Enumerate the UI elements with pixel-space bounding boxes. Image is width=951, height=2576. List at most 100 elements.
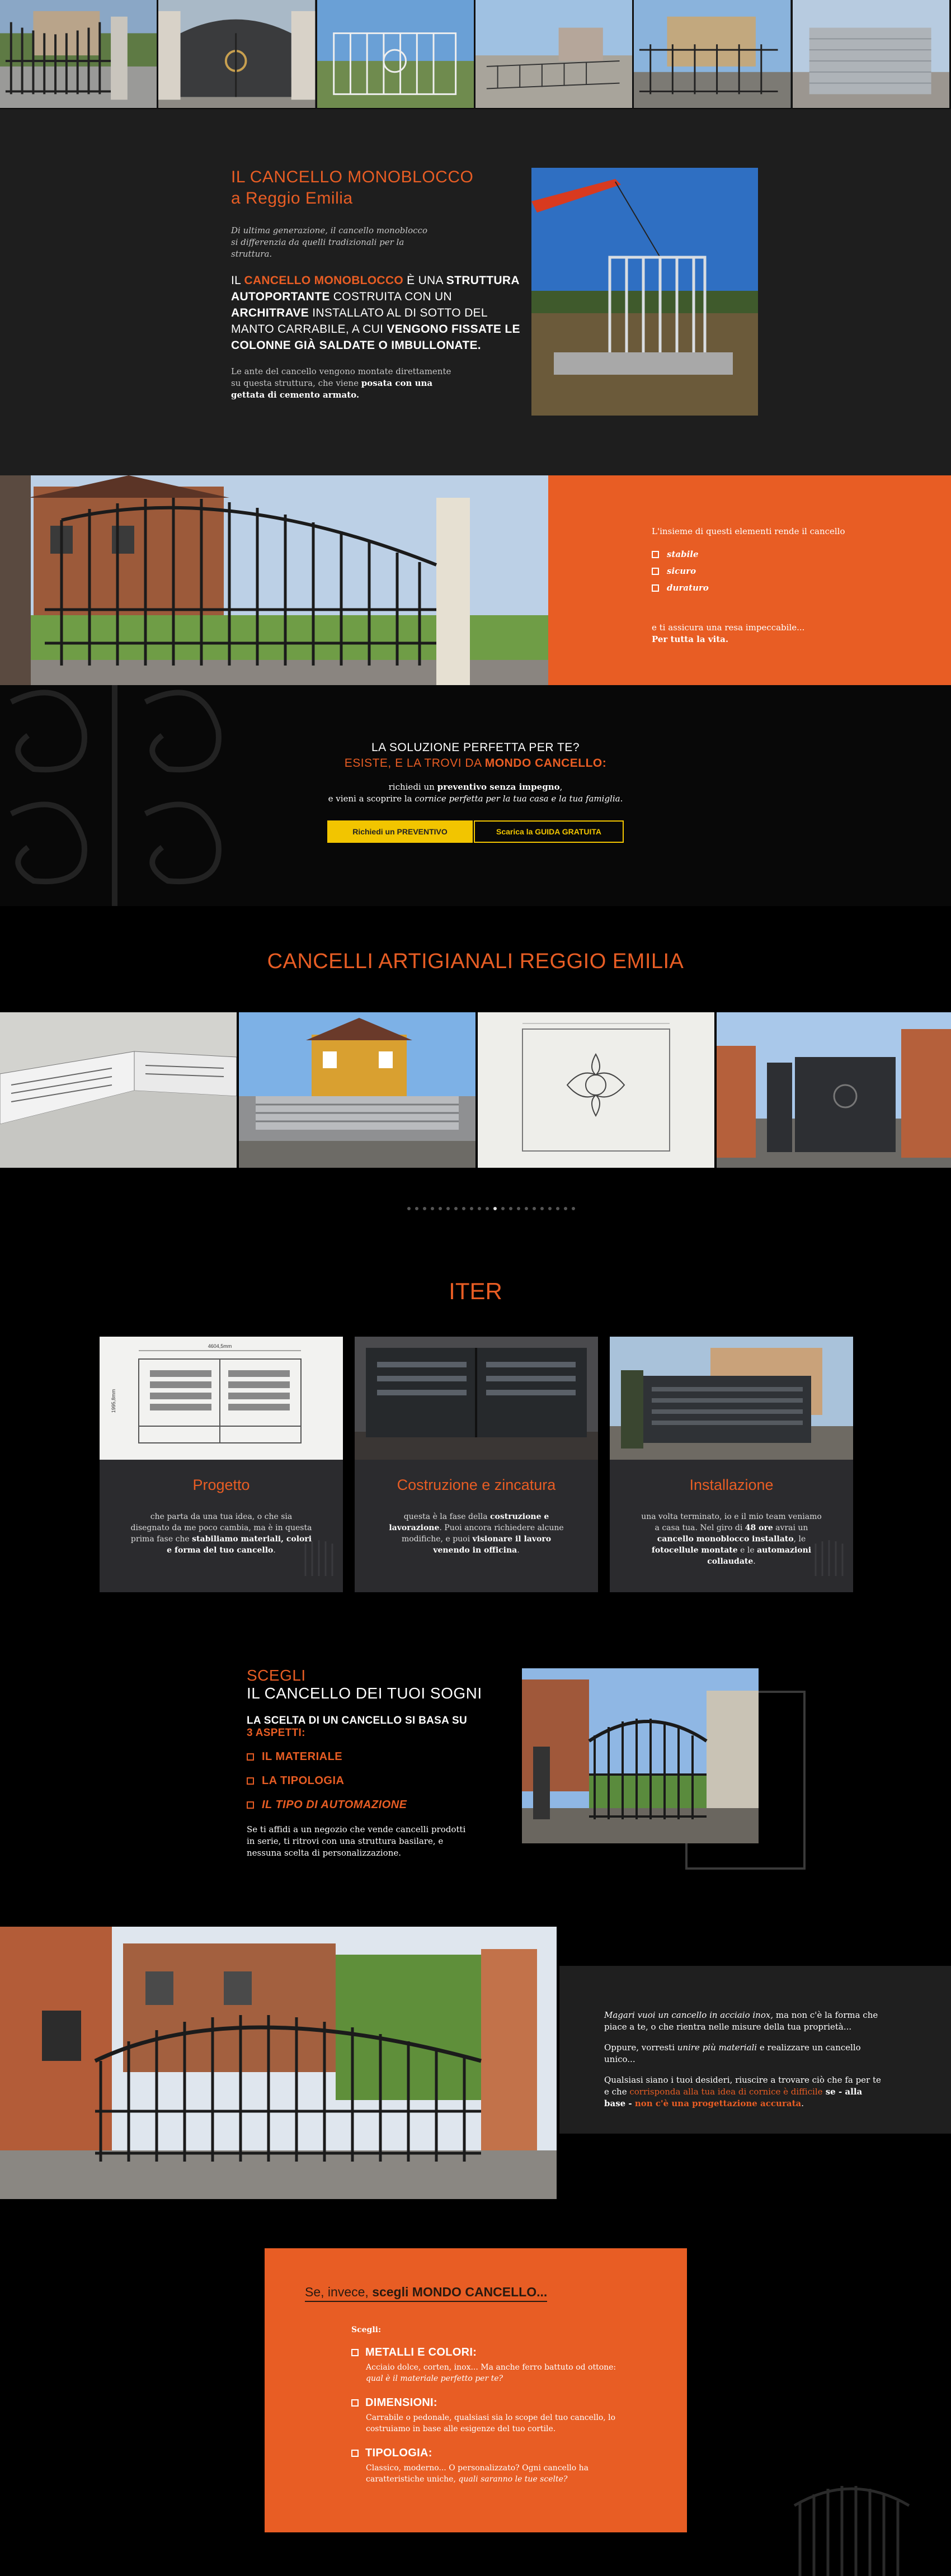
mondo-item-desc-a: Carrabile o pedonale, qualsiasi sia lo s… [366,2413,616,2433]
monoblocco-intro: Di ultima generazione, il cancello monob… [231,225,427,259]
scegli-gate-photo [522,1668,759,1843]
mondo-item-desc-b: qual è il materiale perfetto per te? [366,2374,503,2383]
scegli-option: IL MATERIALE [247,1751,510,1763]
carousel-dot[interactable] [439,1207,442,1210]
carousel-dot[interactable] [415,1207,418,1210]
carousel-dot[interactable] [548,1207,552,1210]
soluzione-p2b: cornice perfetta per la tua casa e la tu… [415,794,620,804]
scegli-title: IL CANCELLO DEI TUOI SOGNI [247,1685,482,1702]
mondo-section: Se, invece, scegli MONDO CANCELLO... Sce… [0,2201,951,2576]
carousel-dot[interactable] [533,1207,536,1210]
gate-watermark-icon [815,1540,844,1576]
mondo-orange-box: Se, invece, scegli MONDO CANCELLO... Sce… [265,2248,687,2532]
mondo-item-title: DIMENSIONI: [365,2396,437,2409]
carousel-dot[interactable] [517,1207,520,1210]
iter-title: ITER [449,1278,502,1304]
magari-text: Magari vuoi un cancello in acciaio inox,… [604,2009,884,2110]
soluzione-p1: richiedi un preventivo senza impegno, [0,781,951,793]
carousel-dot[interactable] [470,1207,473,1210]
iter-card-text: questa è la fase della costruzione e lav… [385,1511,567,1556]
caps-2: CANCELLO MONOBLOCCO [244,274,403,287]
gate-photo-4 [475,0,634,109]
iter-card-installazione: Installazione una volta terminato, io e … [610,1337,853,1592]
checkbox-icon [351,2399,359,2407]
scegli-option: LA TIPOLOGIA [247,1775,510,1787]
carousel-dot[interactable] [486,1207,489,1210]
soluzione-p1b: preventivo senza impegno [437,782,560,792]
gate-watermark-icon [304,1540,333,1576]
scegli-options: IL MATERIALE LA TIPOLOGIA IL TIPO DI AUT… [247,1751,510,1811]
soluzione-p2c: . [620,794,623,804]
crane-install-photo [531,168,758,416]
magari-p1: Magari vuoi un cancello in acciaio inox,… [604,2009,884,2033]
mondo-item-desc: Acciaio dolce, corten, inox... Ma anche … [366,2362,631,2384]
mondo-item-dimensioni: DIMENSIONI: Carrabile o pedonale, qualsi… [351,2396,631,2435]
carousel-dot[interactable] [431,1207,434,1210]
stabile-item-label: duraturo [667,583,709,593]
carousel-dot[interactable] [407,1207,411,1210]
caps-6: ARCHITRAVE [231,306,309,319]
carousel-slide-house[interactable] [239,1012,476,1168]
iter-card-title: Progetto [192,1476,250,1493]
iter-text-g: e le [737,1546,757,1555]
richiedi-preventivo-button[interactable]: Richiedi un PREVENTIVO [327,820,473,843]
carousel-dot[interactable] [540,1207,544,1210]
carousel-dot[interactable] [478,1207,481,1210]
caps-1: IL [231,274,244,287]
iter-text-b: 48 ore [745,1523,773,1532]
scarica-guida-button[interactable]: Scarica la GUIDA GRATUITA [474,820,624,843]
checkbox-icon [652,584,659,592]
scegli-body: Se ti affidi a un negozio che vende canc… [247,1824,466,1858]
carousel-dot[interactable] [423,1207,426,1210]
carousel-slide-drawing[interactable] [478,1012,714,1168]
mondo-scegli-label: Scegli: [351,2325,382,2334]
top-photo-strip [0,0,951,109]
mondo-item-desc: Carrabile o pedonale, qualsiasi sia lo s… [366,2412,631,2435]
mondo-title: Se, invece, scegli MONDO CANCELLO... [305,2285,548,2302]
gate-photo-6 [792,0,951,109]
iter-text-e: . [517,1546,520,1555]
scegli-section: SCEGLI IL CANCELLO DEI TUOI SOGNI LA SCE… [0,1633,951,1927]
soluzione-p2a: e vieni a scoprire la [328,794,415,804]
magari-p1a: Magari vuoi un cancello in acciaio inox, [604,2010,774,2020]
monoblocco-title-line2: a Reggio Emilia [231,189,353,207]
gate-photo-5 [634,0,793,109]
installazione-photo [610,1337,853,1460]
carousel-slide-gate[interactable] [717,1012,951,1168]
carousel-dot[interactable] [462,1207,465,1210]
soluzione-p2: e vieni a scoprire la cornice perfetta p… [0,793,951,805]
mondo-item-desc-a: Acciaio dolce, corten, inox... Ma anche … [366,2363,616,2372]
monoblocco-body: Le ante del cancello vengono montate dir… [231,366,460,401]
iter-text-f: fotocellule montate [651,1546,738,1555]
carousel-dot[interactable] [454,1207,458,1210]
scegli-option-label: LA TIPOLOGIA [262,1775,345,1787]
iter-card-title: Installazione [689,1476,774,1493]
magari-p3b: corrisponda alla tua idea di cornice è d… [629,2087,823,2097]
carousel-dot[interactable] [509,1207,512,1210]
carousel-dot[interactable] [493,1207,497,1210]
mondo-title-b: scegli MONDO CANCELLO... [372,2285,548,2299]
carousel-dot[interactable] [572,1207,575,1210]
mondo-item-desc-b: quali saranno le tue scelte? [458,2475,568,2484]
carousel-dot[interactable] [446,1207,450,1210]
carousel-pagination [407,1207,575,1210]
magari-p2: Oppure, vorresti unire più materiali e r… [604,2042,884,2065]
carousel-dot[interactable] [556,1207,559,1210]
carousel-dot[interactable] [564,1207,567,1210]
monoblocco-title-line1: IL CANCELLO MONOBLOCCO [231,168,474,186]
iter-card-title: Costruzione e zincatura [397,1476,556,1493]
magari-p3e: . [801,2098,804,2108]
scegli-option: IL TIPO DI AUTOMAZIONE [247,1799,510,1811]
caps-3: È UNA [403,274,446,287]
carousel-dot[interactable] [525,1207,528,1210]
mondo-item-title: TIPOLOGIA: [365,2447,432,2459]
gate-silhouette-watermark [793,2486,910,2576]
carousel-dot[interactable] [501,1207,505,1210]
artigianali-section: CANCELLI ARTIGIANALI REGGIO EMILIA [0,906,951,1264]
iter-text-d: cancello monoblocco installato [657,1535,794,1544]
carousel-slide-render[interactable] [0,1012,237,1168]
stabile-item: stabile [652,549,709,559]
scegli-option-label: IL MATERIALE [262,1751,343,1763]
checkbox-icon [652,550,659,558]
monoblocco-caps-paragraph: IL CANCELLO MONOBLOCCO È UNA STRUTTURA A… [231,272,522,353]
